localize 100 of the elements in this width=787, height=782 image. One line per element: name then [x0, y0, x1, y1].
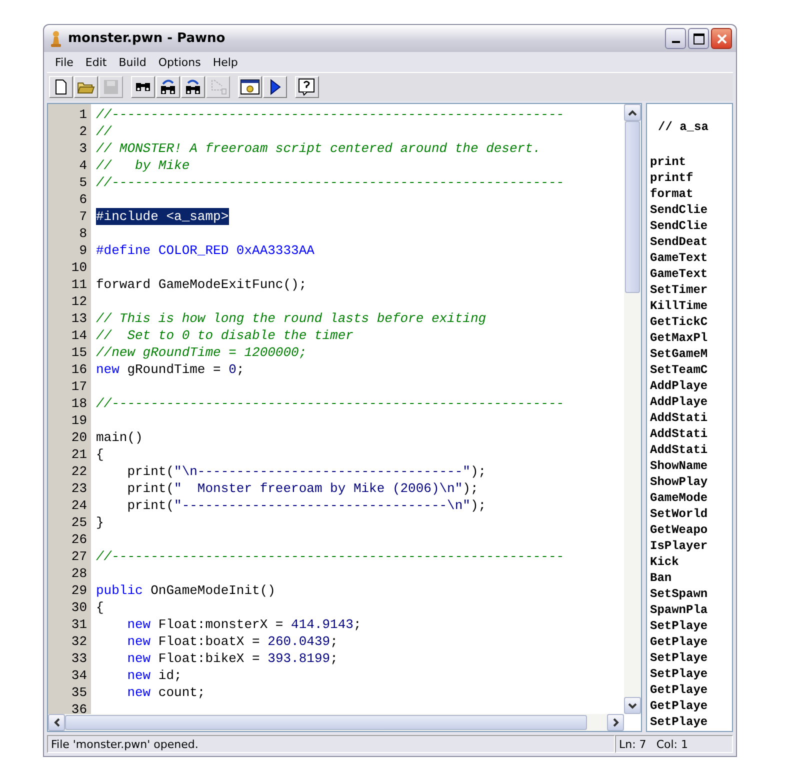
scroll-up-button[interactable]: [624, 104, 641, 121]
function-item[interactable]: GameText: [650, 266, 732, 282]
column-indicator: Col: 1: [656, 738, 688, 750]
binoculars-icon: [184, 79, 202, 95]
menu-item[interactable]: File: [49, 56, 80, 68]
function-item[interactable]: GameMode: [650, 490, 732, 506]
code-line: }: [96, 514, 104, 531]
maximize-button[interactable]: [688, 28, 709, 49]
menu-item[interactable]: Options: [152, 56, 207, 68]
line-number: 20: [70, 429, 88, 446]
function-item[interactable]: IsPlayer: [650, 538, 732, 554]
close-icon: [716, 32, 728, 44]
replace-button[interactable]: [181, 76, 205, 98]
find-button[interactable]: [131, 76, 155, 98]
menu-item[interactable]: Help: [206, 56, 244, 68]
code-line: //----------------------------------------------------------: [96, 395, 564, 412]
function-item[interactable]: SetWorld: [650, 506, 732, 522]
function-item[interactable]: Ban: [650, 570, 732, 586]
code-line: // Set to 0 to disable the timer: [96, 327, 354, 344]
line-number: 36: [70, 701, 88, 714]
minimize-icon: [672, 41, 680, 43]
scroll-right-button[interactable]: [607, 714, 624, 731]
line-number: 23: [70, 480, 88, 497]
function-item[interactable]: AddStati: [650, 410, 732, 426]
function-item[interactable]: print: [650, 154, 732, 170]
function-item[interactable]: ShowName: [650, 458, 732, 474]
scroll-thumb[interactable]: [625, 121, 640, 293]
function-item[interactable]: format: [650, 186, 732, 202]
function-item[interactable]: SetSpawn: [650, 586, 732, 602]
function-item[interactable]: Kick: [650, 554, 732, 570]
line-number: 2: [78, 123, 88, 140]
code-line: print("----------------------------------\n");: [126, 497, 486, 514]
code-line: public OnGameModeInit(): [96, 582, 276, 599]
function-item[interactable]: GetWeapo: [650, 522, 732, 538]
function-item[interactable]: GetPlaye: [650, 698, 732, 714]
line-number: 28: [70, 565, 88, 582]
code-line: forward GameModeExitFunc();: [96, 276, 307, 293]
vertical-scrollbar[interactable]: [624, 104, 641, 714]
code-line: //----------------------------------------------------------: [96, 548, 564, 565]
function-item[interactable]: SetPlaye: [650, 714, 732, 730]
function-item[interactable]: AddPlaye: [650, 394, 732, 410]
function-item[interactable]: AddPlaye: [650, 378, 732, 394]
help-icon: [298, 78, 316, 96]
close-button[interactable]: [711, 28, 732, 49]
function-item[interactable]: SetGameM: [650, 346, 732, 362]
function-item[interactable]: SendClie: [650, 202, 732, 218]
function-item[interactable]: SpawnPla: [650, 602, 732, 618]
function-item[interactable]: AddStati: [650, 442, 732, 458]
code-line: //: [96, 123, 112, 140]
function-item[interactable]: GetPlaye: [650, 682, 732, 698]
function-item[interactable]: ShowPlay: [650, 474, 732, 490]
line-number: 14: [70, 327, 88, 344]
function-item[interactable]: GetMaxPl: [650, 330, 732, 346]
code-line: // This is how long the round lasts before exiting: [96, 310, 486, 327]
line-number: 6: [78, 191, 88, 208]
function-item[interactable]: GetTickC: [650, 314, 732, 330]
menu-item[interactable]: Edit: [79, 56, 113, 68]
minimize-button[interactable]: [665, 28, 686, 49]
function-item[interactable]: SetTeamC: [650, 362, 732, 378]
function-item[interactable]: AddStati: [650, 426, 732, 442]
function-item[interactable]: SetPlaye: [650, 618, 732, 634]
line-number: 35: [70, 684, 88, 701]
line-number: 3: [78, 140, 88, 157]
function-item[interactable]: SetTimer: [650, 282, 732, 298]
function-item[interactable]: SetPlaye: [650, 650, 732, 666]
find-next-button[interactable]: [156, 76, 180, 98]
code-line: // MONSTER! A freeroam script centered around the desert.: [96, 140, 541, 157]
scroll-thumb[interactable]: [65, 715, 587, 730]
menu-item[interactable]: Build: [112, 56, 152, 68]
function-item[interactable]: GetPlaye: [650, 634, 732, 650]
help-button[interactable]: [295, 76, 319, 98]
new-button[interactable]: [49, 76, 73, 98]
status-message: File 'monster.pwn' opened.: [47, 735, 615, 753]
code-line: //----------------------------------------------------------: [96, 174, 564, 191]
function-item[interactable]: GameText: [650, 250, 732, 266]
code-line: new Float:boatX = 260.0439;: [126, 633, 338, 650]
binoculars-icon: [134, 82, 152, 92]
horizontal-scrollbar[interactable]: [48, 714, 624, 731]
scroll-left-button[interactable]: [48, 714, 65, 731]
line-number: 4: [78, 157, 88, 174]
line-number: 25: [70, 514, 88, 531]
list-header: // a_sa: [657, 120, 710, 136]
function-item[interactable]: KillTime: [650, 298, 732, 314]
code-line: {: [96, 446, 104, 463]
line-number: 12: [70, 293, 88, 310]
function-item[interactable]: SendDeat: [650, 234, 732, 250]
run-button[interactable]: [263, 76, 287, 98]
code-line: // by Mike: [96, 157, 190, 174]
function-item[interactable]: SetPlaye: [650, 666, 732, 682]
open-button[interactable]: [74, 76, 98, 98]
code-line: new Float:monsterX = 414.9143;: [126, 616, 362, 633]
compile-button[interactable]: [238, 76, 262, 98]
line-number: 19: [70, 412, 88, 429]
line-number: 29: [70, 582, 88, 599]
line-number: 11: [70, 276, 88, 293]
function-item[interactable]: SendClie: [650, 218, 732, 234]
function-item[interactable]: printf: [650, 170, 732, 186]
line-number: 9: [78, 242, 88, 259]
line-number: 32: [70, 633, 88, 650]
scroll-down-button[interactable]: [624, 697, 641, 714]
